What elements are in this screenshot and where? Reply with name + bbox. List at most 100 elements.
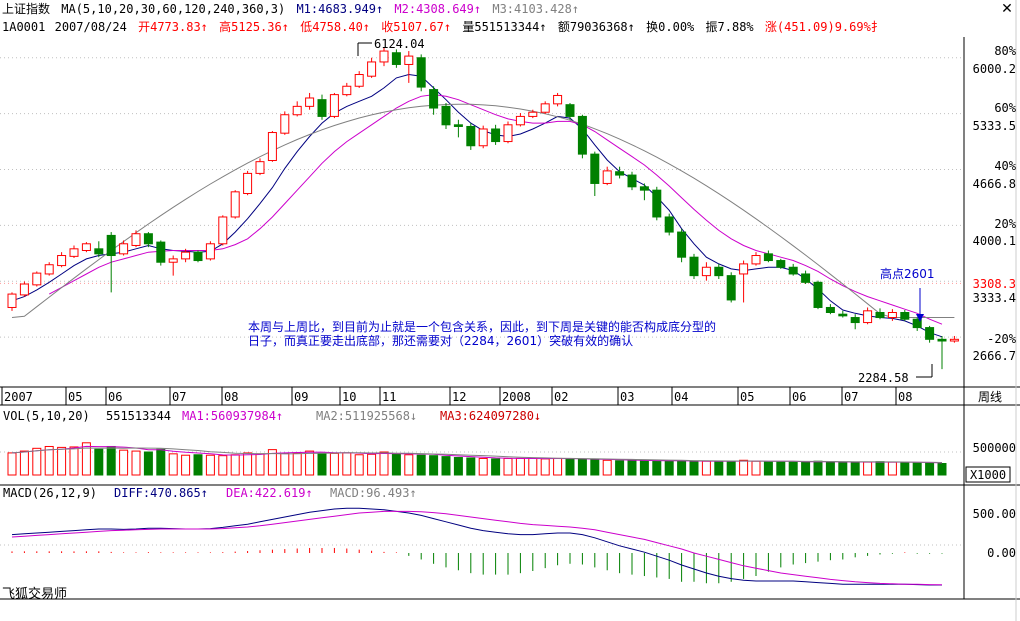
candle-body[interactable] xyxy=(416,57,426,88)
candle-body[interactable] xyxy=(441,105,451,126)
candle-body[interactable] xyxy=(949,338,959,342)
candle-body[interactable] xyxy=(491,128,501,143)
volume-bar xyxy=(540,458,550,476)
candle-body[interactable] xyxy=(478,128,488,147)
macd-diff: DIFF:470.865↑ xyxy=(114,486,208,500)
candle-body[interactable] xyxy=(726,275,736,301)
candle-body[interactable] xyxy=(143,233,153,245)
candle-body[interactable] xyxy=(255,161,265,174)
candle-body[interactable] xyxy=(19,283,29,296)
time-label: 09 xyxy=(294,390,308,404)
candle-body[interactable] xyxy=(701,266,711,277)
candle-body[interactable] xyxy=(32,272,42,286)
volume-bar xyxy=(677,460,687,476)
time-label: 12 xyxy=(452,390,466,404)
candle-body[interactable] xyxy=(168,258,178,263)
candle-body[interactable] xyxy=(503,124,513,143)
candle-body[interactable] xyxy=(515,115,525,126)
volume-bar xyxy=(429,455,439,476)
candle-body[interactable] xyxy=(553,94,563,105)
candle-body[interactable] xyxy=(367,61,377,77)
candle-body[interactable] xyxy=(181,251,191,260)
candle-body[interactable] xyxy=(329,94,339,117)
vol-axis-label: 500000 xyxy=(973,441,1016,455)
candle-body[interactable] xyxy=(838,313,848,317)
candle-body[interactable] xyxy=(7,293,17,308)
candle-body[interactable] xyxy=(317,99,327,117)
candle-body[interactable] xyxy=(193,251,203,262)
candle-body[interactable] xyxy=(57,255,67,267)
candle-body[interactable] xyxy=(739,263,749,275)
candle-body[interactable] xyxy=(615,171,625,176)
candle-body[interactable] xyxy=(664,216,674,233)
candle-body[interactable] xyxy=(639,186,649,191)
candle-body[interactable] xyxy=(652,189,662,218)
candle-body[interactable] xyxy=(342,85,352,96)
ref-price-label: 3308.3 xyxy=(973,277,1016,291)
candle-body[interactable] xyxy=(230,191,240,218)
candle-body[interactable] xyxy=(243,172,253,195)
candle-body[interactable] xyxy=(205,243,215,260)
candle-body[interactable] xyxy=(788,266,798,275)
candle-body[interactable] xyxy=(825,306,835,314)
candle-body[interactable] xyxy=(429,89,439,109)
kline-chart[interactable]: 80% 6000.2 60% 5333.5 40% 4666.8 20% 400… xyxy=(0,0,1020,621)
volume-bar xyxy=(491,458,501,476)
candle-body[interactable] xyxy=(280,114,290,134)
candle-body[interactable] xyxy=(44,264,54,275)
volume-bar xyxy=(193,454,203,476)
candle-body[interactable] xyxy=(379,50,389,63)
candle-body[interactable] xyxy=(714,266,724,277)
candle-body[interactable] xyxy=(540,103,550,113)
candle-body[interactable] xyxy=(131,233,141,246)
candle-body[interactable] xyxy=(156,241,166,263)
candle-body[interactable] xyxy=(875,312,885,319)
candle-body[interactable] xyxy=(813,281,823,308)
period-button[interactable]: 周线 xyxy=(978,390,1002,404)
macd-dea: DEA:422.619↑ xyxy=(226,486,313,500)
candle-body[interactable] xyxy=(887,312,897,319)
candle-body[interactable] xyxy=(900,312,910,320)
candle-body[interactable] xyxy=(602,170,612,184)
candle-body[interactable] xyxy=(577,115,587,155)
candle-body[interactable] xyxy=(106,234,116,257)
volume-bar xyxy=(143,451,153,476)
candle-body[interactable] xyxy=(354,74,364,87)
candle-body[interactable] xyxy=(937,338,947,342)
candle-body[interactable] xyxy=(751,255,761,265)
candle-body[interactable] xyxy=(776,260,786,268)
candle-body[interactable] xyxy=(590,153,600,184)
candle-body[interactable] xyxy=(565,104,575,117)
candle-body[interactable] xyxy=(677,231,687,258)
candle-body[interactable] xyxy=(292,105,302,116)
candle-body[interactable] xyxy=(627,174,637,188)
candle-body[interactable] xyxy=(925,327,935,340)
time-label: 04 xyxy=(674,390,688,404)
candle-body[interactable] xyxy=(305,97,315,107)
price-label-6000: 6000.2 xyxy=(973,62,1016,76)
volume-bar xyxy=(664,460,674,476)
candle-body[interactable] xyxy=(466,125,476,147)
volume-bar xyxy=(7,452,17,476)
volume-bar xyxy=(255,453,265,476)
macd-dea-line xyxy=(11,510,943,586)
candle-body[interactable] xyxy=(689,256,699,277)
candle-body[interactable] xyxy=(69,248,79,257)
candle-body[interactable] xyxy=(763,253,773,262)
time-label: 11 xyxy=(382,390,396,404)
volume-bar xyxy=(317,452,327,476)
candle-body[interactable] xyxy=(94,248,104,255)
candle-body[interactable] xyxy=(863,310,873,324)
pct-label-40: 40% xyxy=(994,159,1016,173)
candle-body[interactable] xyxy=(267,132,277,162)
candle-body[interactable] xyxy=(81,243,91,251)
vol-ma3: MA3:624097280↓ xyxy=(440,409,541,423)
candle-body[interactable] xyxy=(391,52,401,65)
candle-body[interactable] xyxy=(528,111,538,117)
candle-body[interactable] xyxy=(119,243,129,255)
candle-body[interactable] xyxy=(850,317,860,324)
candle-body[interactable] xyxy=(453,124,463,127)
candle-body[interactable] xyxy=(801,273,811,283)
candle-body[interactable] xyxy=(218,216,228,245)
candle-body[interactable] xyxy=(404,55,414,65)
